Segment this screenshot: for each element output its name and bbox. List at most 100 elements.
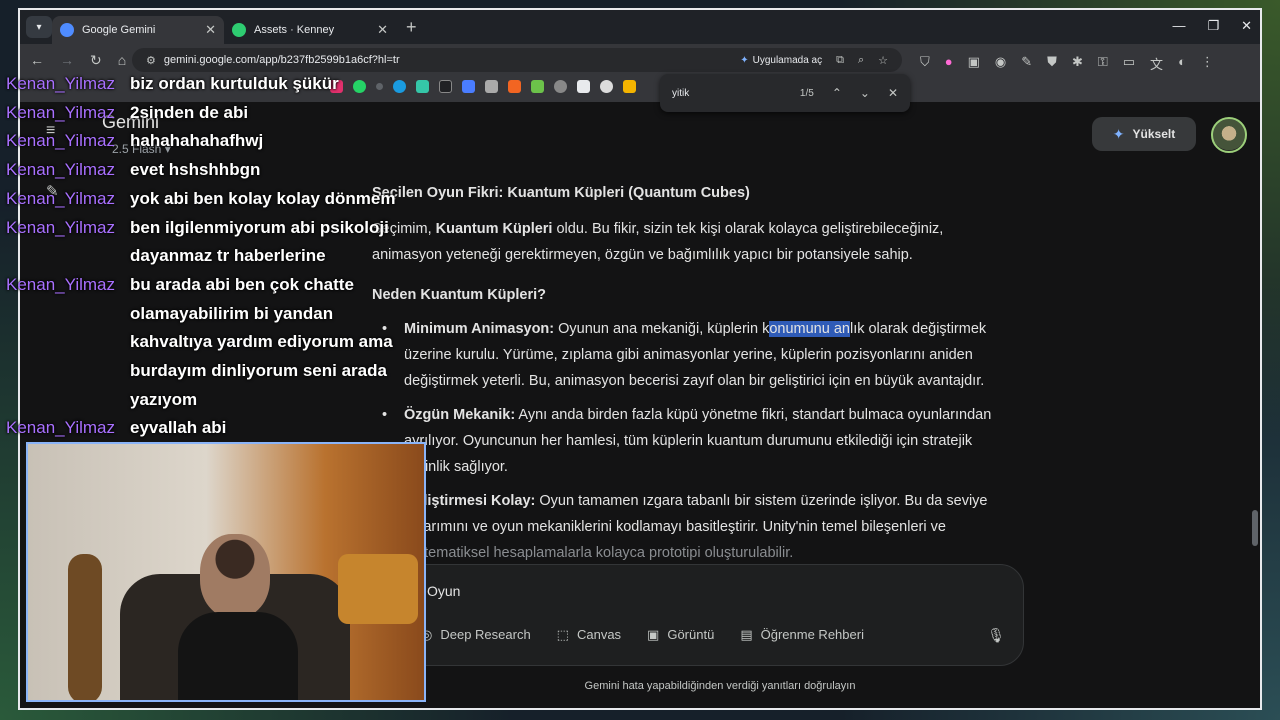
bookmark-circle-icon[interactable] [600,80,613,93]
kenney-favicon-icon [232,23,246,37]
reasons-list: Minimum Animasyon: Oyunun ana mekaniği, … [372,316,1012,566]
list-item: Özgün Mekanik: Aynı anda birden fazla kü… [372,402,1012,480]
chat-message: Kenan_Yilmaz 2sinden de abi [6,99,406,128]
tab-title: Google Gemini [82,24,156,36]
sparkle-icon: ✦ [1112,125,1125,142]
scrollbar[interactable] [1252,510,1258,546]
shield-icon[interactable]: ⛉ [920,54,930,73]
eyedropper-icon[interactable]: ✎ [1021,54,1032,73]
tool-label: Deep Research [440,627,531,642]
tab-google-gemini[interactable]: Google Gemini ✕ [52,16,224,44]
bookmark-arrow-icon[interactable] [462,80,475,93]
tab-search-button[interactable]: ▾ [26,16,52,38]
profile-icon[interactable]: ◐ [1178,54,1186,73]
puzzle-icon[interactable]: ✱ [1072,54,1083,73]
close-tab-icon[interactable]: ✕ [377,22,388,38]
new-tab-button[interactable]: + [406,17,417,38]
find-close-icon[interactable]: ✕ [888,86,898,100]
chat-message: Kenan_Yilmaz bu arada abi ben çok chatte … [6,271,406,415]
chat-message: Kenan_Yilmaz evet hshshhbgn [6,156,406,185]
open-in-app-button[interactable]: ✦ Uygulamada aç [740,55,822,66]
find-highlight: onumunu an [769,321,850,337]
tab-strip: ▾ Google Gemini ✕ Assets · Kenney ✕ + — … [20,10,1260,44]
folder-icon[interactable] [577,80,590,93]
chat-username: Kenan_Yilmaz [6,74,115,93]
chat-username: Kenan_Yilmaz [6,217,115,237]
window-controls: — ❐ ✕ [1172,18,1252,34]
bookmark-a-icon[interactable] [439,80,452,93]
bookmark-wheel-icon[interactable] [554,80,567,93]
tool-learning-guide[interactable]: ▤ Öğrenme Rehberi [740,627,864,643]
gemini-favicon-icon [60,23,74,37]
upgrade-label: Yükselt [1132,127,1176,141]
bookmark-pet-icon[interactable] [485,80,498,93]
chat-text: ben ilgilenmiyorum abi psikoloji dayanma… [130,217,389,266]
bullet-title: Minimum Animasyon: [404,321,555,337]
address-bar[interactable]: ⚙ gemini.google.com/app/b237fb2599b1a6cf… [132,48,902,72]
tool-deep-research[interactable]: ◎ Deep Research [421,627,531,643]
tab-assets-kenney[interactable]: Assets · Kenney ✕ [224,16,396,44]
bullet-text-faded: matematiksel hesaplamalarla kolayca prot… [404,545,794,561]
tool-image[interactable]: ▣ Görüntü [647,627,714,643]
kebab-menu-icon[interactable]: ⋮ [1201,54,1214,73]
bookmark-img-icon[interactable] [623,80,636,93]
chat-message: Kenan_Yilmaz biz ordan kurtulduk şükür [6,70,406,99]
find-input[interactable]: yitik [672,88,800,99]
shield-check-icon[interactable]: ⛊ [1047,54,1057,73]
minimize-icon[interactable]: — [1172,18,1185,34]
list-item: Geliştirmesi Kolay: Oyun tamamen ızgara … [372,488,1012,566]
find-next-icon[interactable]: ⌄ [860,86,870,100]
find-count: 1/5 [799,87,814,99]
composer-tools: ◎ Deep Research ⬚ Canvas ▣ Görüntü ▤ Öğrenme… [421,627,864,643]
canvas-icon: ⬚ [556,627,569,642]
open-in-app-label: Uygulamada aç [752,54,823,66]
find-bar: yitik 1/5 ⌃ ⌄ ✕ [660,74,910,112]
tool-label: Öğrenme Rehberi [760,627,864,642]
avatar[interactable] [1211,117,1247,153]
bookmark-e-icon[interactable] [508,80,521,93]
chat-username: Kenan_Yilmaz [6,160,115,180]
extension-pink-icon[interactable]: ● [945,54,953,73]
streamer-head [200,534,270,618]
reload-icon[interactable]: ↻ [90,52,102,69]
chat-username: Kenan_Yilmaz [6,274,115,294]
install-icon[interactable]: ⧉ [836,54,844,67]
tool-canvas[interactable]: ⬚ Canvas [557,627,621,643]
prompt-input[interactable]: Oyun [427,583,460,599]
chat-message: Kenan_Yilmaz yok abi ben kolay kolay dönm… [6,185,406,214]
chat-text: evet hshshhbgn [130,160,261,180]
camera-icon[interactable]: ◉ [995,54,1006,73]
site-info-icon[interactable]: ⚙ [146,54,156,67]
restore-icon[interactable]: ❐ [1207,18,1219,34]
disclaimer: Gemini hata yapabildiğinden verdiği yanı… [584,680,856,692]
close-window-icon[interactable]: ✕ [1241,18,1252,34]
find-previous-icon[interactable]: ⌃ [832,86,842,100]
key-icon[interactable]: ⚿ [1098,54,1108,73]
zoom-icon[interactable]: ⌕ [858,54,864,67]
bookmark-star-icon[interactable]: ☆ [878,54,888,67]
stream-chat-overlay: Kenan_Yilmaz biz ordan kurtulduk şükür Ke… [6,70,406,443]
upgrade-button[interactable]: ✦ Yükselt [1092,117,1196,151]
bookmark-app-icon[interactable] [416,80,429,93]
extension-window-icon[interactable]: ▣ [968,54,980,73]
chat-username: Kenan_Yilmaz [6,188,115,208]
intro-bold: Kuantum Küpleri [435,221,553,237]
extensions-row: ⛉ ● ▣ ◉ ✎ ⛊ ✱ ⚿ ▭ 文 ◐ ⋮ [920,54,1214,73]
sparkle-icon: ✦ [740,54,749,66]
back-icon[interactable]: ← [30,52,44,68]
microphone-icon[interactable]: 🎙 [987,627,1005,644]
prompt-composer[interactable]: Oyun ◎ Deep Research ⬚ Canvas ▣ Görüntü ▤ Öğ… [400,564,1024,666]
shelf-toys [338,554,418,624]
chat-text: bu arada abi ben çok chatte olamayabilir… [130,274,393,409]
devices-icon[interactable]: ▭ [1123,54,1135,73]
home-icon[interactable]: ⌂ [118,52,126,68]
bullet-title: Özgün Mekanik: [404,407,516,423]
translate-icon[interactable]: 文 [1150,54,1163,73]
forward-icon[interactable]: → [60,52,74,68]
close-tab-icon[interactable]: ✕ [205,22,216,38]
chat-username: Kenan_Yilmaz [6,418,115,438]
tool-label: Canvas [576,627,622,642]
bookmark-p-icon[interactable] [531,80,544,93]
book-icon: ▤ [740,627,753,642]
chat-text: eyvallah abi [130,418,227,438]
